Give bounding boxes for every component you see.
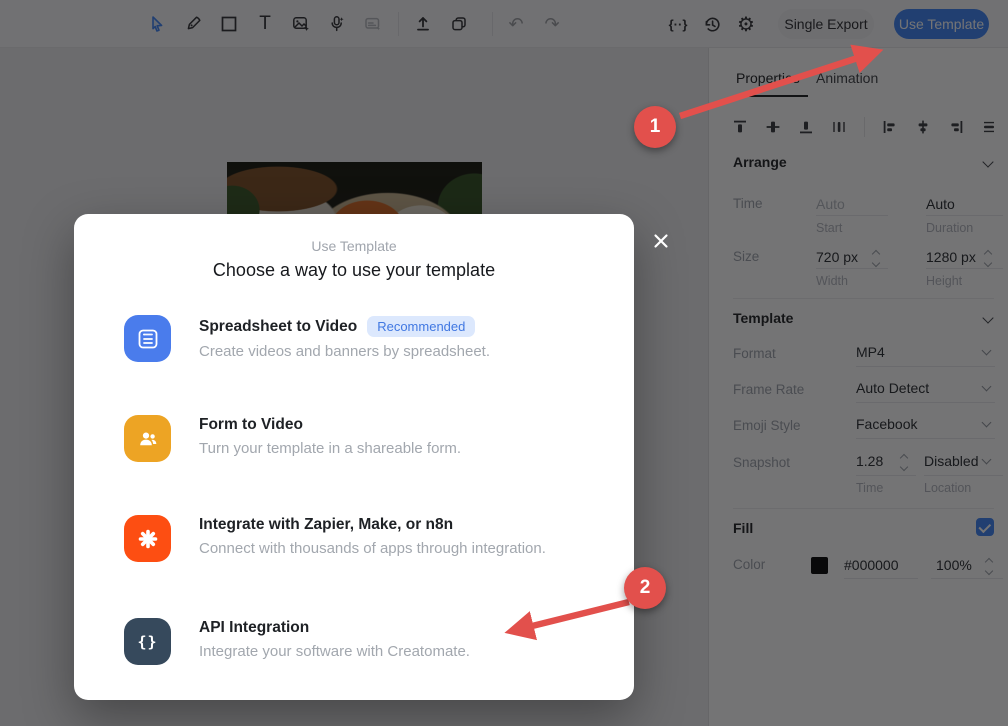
app-window: T — [0, 0, 1008, 726]
form-people-icon — [124, 415, 171, 462]
option-description: Create videos and banners by spreadsheet… — [199, 343, 490, 360]
code-braces-icon: {} — [124, 618, 171, 665]
dialog-eyebrow: Use Template — [74, 238, 634, 254]
option-description: Turn your template in a shareable form. — [199, 440, 461, 457]
option-integrate-zapier[interactable]: Integrate with Zapier, Make, or n8n Conn… — [124, 515, 594, 562]
option-api-integration[interactable]: {} API Integration Integrate your softwa… — [124, 618, 594, 665]
option-form-to-video[interactable]: Form to Video Turn your template in a sh… — [124, 415, 594, 462]
spreadsheet-icon — [124, 315, 171, 362]
step-1-marker: 1 — [634, 106, 676, 148]
dialog-title: Choose a way to use your template — [74, 260, 634, 281]
recommended-badge: Recommended — [367, 316, 475, 337]
close-button[interactable] — [648, 228, 674, 254]
zapier-asterisk-icon — [124, 515, 171, 562]
close-icon — [652, 232, 670, 250]
option-spreadsheet-to-video[interactable]: Spreadsheet to Video Recommended Create … — [124, 315, 594, 362]
option-description: Connect with thousands of apps through i… — [199, 540, 546, 557]
option-title: Spreadsheet to Video — [199, 318, 357, 336]
option-title: API Integration — [199, 619, 309, 637]
step-2-marker: 2 — [624, 567, 666, 609]
option-title: Integrate with Zapier, Make, or n8n — [199, 516, 453, 534]
option-title: Form to Video — [199, 416, 303, 434]
use-template-dialog: Use Template Choose a way to use your te… — [74, 214, 634, 700]
option-description: Integrate your software with Creatomate. — [199, 643, 470, 660]
